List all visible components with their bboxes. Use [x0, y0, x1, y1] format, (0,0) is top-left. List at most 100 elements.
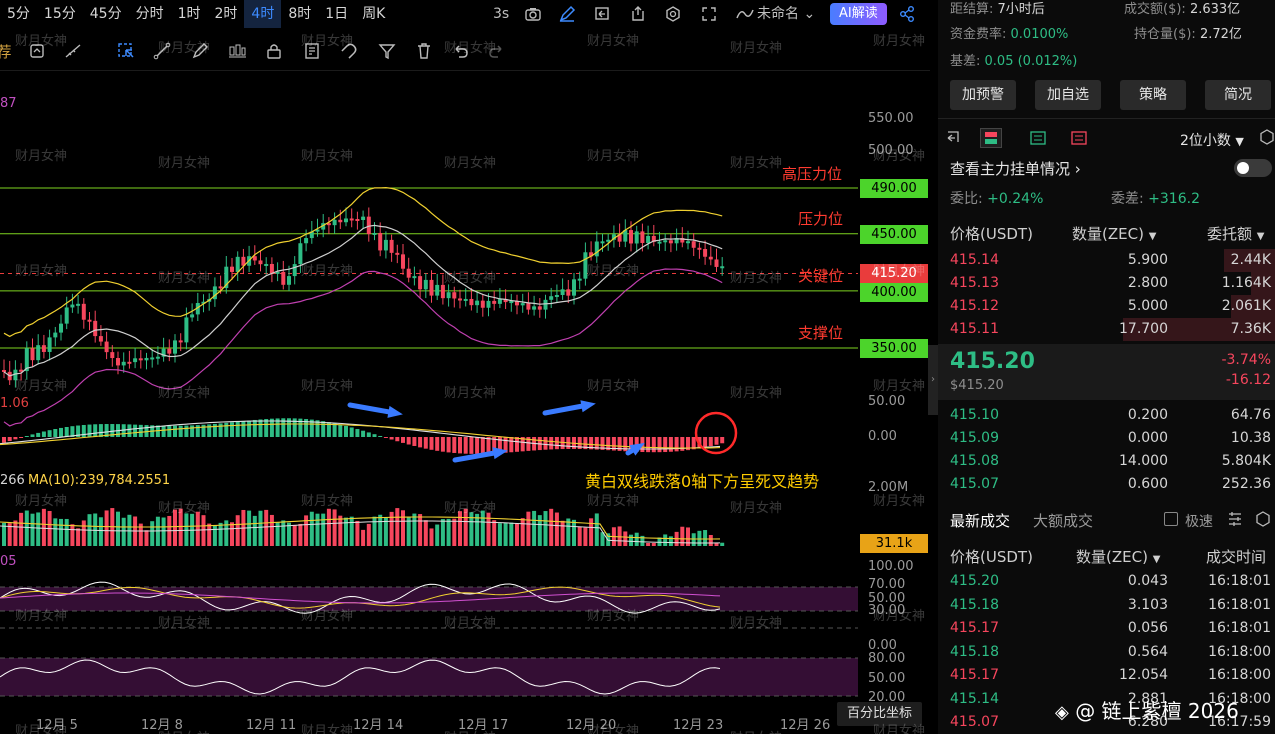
trade-time: 16:18:01: [1208, 596, 1271, 613]
bid-ratio-value: +0.24%: [987, 191, 1044, 207]
bid-row[interactable]: 415.07 0.600 252.36: [938, 473, 1275, 496]
overview-button[interactable]: 简况: [1205, 80, 1271, 110]
strategy-button[interactable]: 策略: [1120, 80, 1186, 110]
ask-qty: 17.700: [1119, 321, 1168, 337]
candle-body: [549, 296, 554, 300]
macd-bar: [344, 425, 348, 437]
volume-bar: [703, 530, 708, 546]
macd-bar: [247, 420, 252, 437]
bid-price: 415.08: [950, 453, 999, 469]
level-label-resistance: 压力位: [798, 210, 844, 228]
ask-row[interactable]: 415.13 2.800 1.164K: [938, 272, 1275, 295]
macd-bar: [190, 425, 195, 437]
trade-row[interactable]: 415.18 0.564 16:18:00: [938, 641, 1275, 664]
candle-body: [98, 336, 103, 342]
candle-body: [572, 279, 576, 296]
col-qty-header[interactable]: 数量(ZEC) ▼: [1072, 223, 1156, 244]
volume-bar: [646, 543, 651, 546]
tab-latest-trades[interactable]: 最新成交: [950, 510, 1010, 531]
orderbook-back-icon[interactable]: [944, 128, 966, 148]
list-settings-icon[interactable]: [1226, 510, 1248, 530]
candle-body: [600, 241, 605, 244]
add-alert-button[interactable]: 加预警: [950, 80, 1016, 110]
candle-body: [537, 306, 542, 310]
bid-row[interactable]: 415.09 0.000 10.38: [938, 427, 1275, 450]
macd-bar: [241, 421, 246, 437]
orderbook-bids-icon[interactable]: [1028, 128, 1050, 148]
volume-bar: [543, 511, 548, 546]
trade-price: 415.18: [950, 596, 999, 613]
basis-stat: 基差: 0.05 (0.012%): [950, 50, 1077, 69]
add-watchlist-button[interactable]: 加自选: [1035, 80, 1101, 110]
oi-stat: 持仓量($): 2.72亿: [1134, 23, 1242, 42]
chart-panel[interactable]: 5分 15分 45分 分时 1时 2时 4时 8时 1日 周K 3s 未命名 ⌄…: [0, 0, 1211, 734]
hex-settings-icon[interactable]: [1258, 128, 1275, 148]
volume-bar: [401, 510, 405, 546]
volume-bar: [230, 522, 234, 546]
trade-row[interactable]: 415.17 0.056 16:18:01: [938, 617, 1275, 640]
candle-body: [235, 256, 240, 272]
ask-price: 415.12: [950, 298, 999, 314]
macd-bar: [53, 428, 58, 437]
volume-bar: [497, 523, 502, 546]
ask-row[interactable]: 415.12 5.000 2.061K: [938, 295, 1275, 318]
candle-body: [543, 299, 548, 310]
col-total-header[interactable]: 委托额 ▼: [1207, 223, 1265, 244]
volume-bar: [440, 519, 445, 546]
macd-bar: [321, 421, 326, 437]
orderbook-both-icon[interactable]: [980, 128, 1002, 148]
trade-row[interactable]: 415.18 3.103 16:18:01: [938, 594, 1275, 617]
main-orders-text: 查看主力挂单情况: [950, 160, 1071, 178]
candle-body: [121, 361, 126, 366]
volume-bar: [355, 520, 360, 546]
tab-large-trades[interactable]: 大额成交: [1033, 510, 1093, 531]
volume-bar: [104, 510, 109, 546]
macd-bar: [475, 437, 480, 454]
candle-body: [509, 301, 514, 304]
bid-row[interactable]: 415.08 14.000 5.804K: [938, 450, 1275, 473]
macd-bar: [480, 437, 485, 454]
macd-bar: [378, 435, 383, 437]
expand-icon[interactable]: [1254, 510, 1275, 530]
bid-row[interactable]: 415.10 0.200 64.76: [938, 404, 1275, 427]
macd-bar: [714, 437, 719, 445]
percent-axis-button[interactable]: 百分比坐标: [837, 702, 922, 726]
trade-row[interactable]: 415.20 0.043 16:18:01: [938, 570, 1275, 593]
macd-bar: [338, 424, 343, 437]
vol-tag: 31.1k: [860, 534, 928, 553]
volume-bar: [429, 528, 434, 546]
candle-body: [526, 303, 531, 310]
orderbook-asks-icon[interactable]: [1069, 128, 1091, 148]
trade-row[interactable]: 415.17 12.054 16:18:00: [938, 664, 1275, 687]
ask-row[interactable]: 415.14 5.900 2.44K: [938, 249, 1275, 272]
collapse-panel-handle[interactable]: ›: [928, 345, 938, 415]
macd-bar: [646, 437, 651, 453]
trade-col-qty-label: 数量(ZEC): [1076, 548, 1148, 566]
trade-col-qty[interactable]: 数量(ZEC) ▼: [1076, 546, 1160, 567]
macd-bar: [401, 437, 405, 443]
ask-price: 415.11: [950, 321, 999, 337]
level-tag-350: 350.00: [860, 339, 928, 358]
bid-qty: 0.000: [1127, 430, 1168, 446]
ask-row[interactable]: 415.11 17.700 7.36K: [938, 318, 1275, 341]
footer-watermark-text: @ 链上紫檀 2026: [1075, 699, 1239, 723]
precision-select[interactable]: 2位小数 ▼: [1180, 130, 1244, 150]
candle-body: [366, 216, 371, 235]
candle-body: [423, 279, 428, 290]
main-orders-link[interactable]: 查看主力挂单情况 ›: [950, 158, 1081, 179]
candle-body: [418, 276, 423, 290]
macd-bar: [224, 422, 229, 437]
main-orders-toggle[interactable]: [1234, 159, 1272, 177]
volume-bar: [583, 527, 588, 546]
fast-mode-checkbox[interactable]: [1164, 512, 1178, 526]
level-label-key: 关键位: [798, 267, 844, 285]
macd-bar: [412, 437, 417, 446]
macd-bar: [440, 437, 445, 452]
volume-bar: [720, 542, 725, 546]
kline-chart[interactable]: [0, 0, 930, 734]
candle-body: [64, 307, 69, 324]
kdj-band: [0, 658, 858, 696]
oi-value: 2.72亿: [1199, 27, 1242, 42]
volume-bar: [668, 536, 673, 546]
trade-qty: 0.056: [1127, 620, 1168, 636]
